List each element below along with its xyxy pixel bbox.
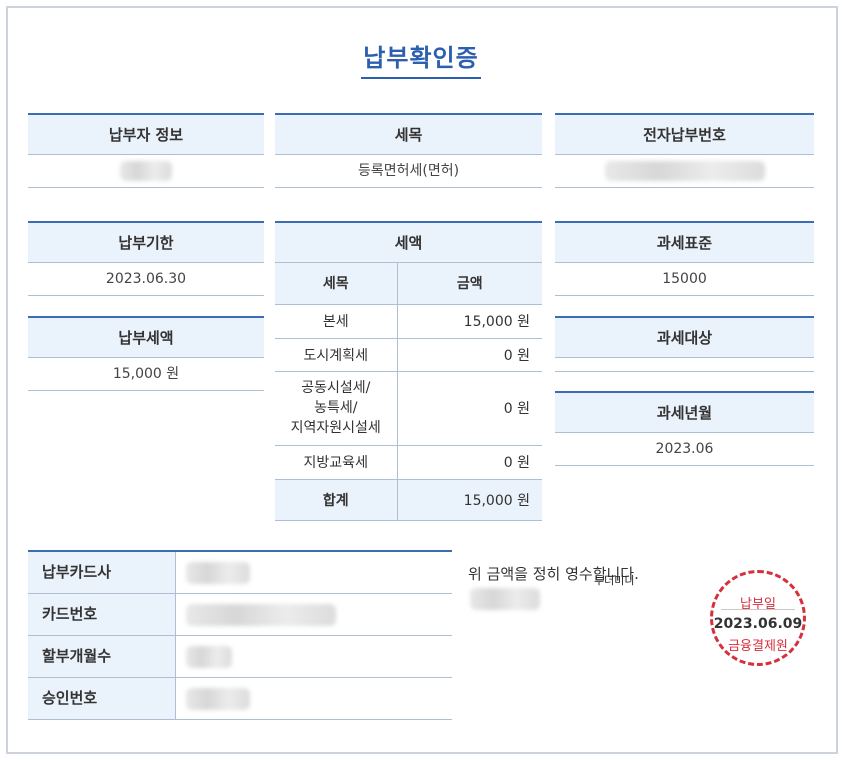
tax-item-card: 세목 등록면허세(면허) bbox=[275, 113, 542, 188]
tax-period-value: 2023.06 bbox=[555, 433, 814, 466]
e-payment-no-value bbox=[555, 155, 814, 188]
installment-label: 할부개월수 bbox=[28, 636, 176, 677]
row-item: 공동시설세/ 농특세/ 지역자원시설세 bbox=[275, 371, 398, 446]
tax-amount-label: 세액 bbox=[275, 221, 542, 263]
page-title: 납부확인증 bbox=[0, 38, 842, 79]
e-payment-no-card: 전자납부번호 bbox=[555, 113, 814, 188]
tax-amount-table: 세액 세목 금액 본세 15,000 원 도시계획세 0 원 공동시설세/ 농특… bbox=[275, 221, 542, 521]
approval-no-value bbox=[176, 678, 452, 719]
approval-no-label: 승인번호 bbox=[28, 678, 176, 719]
tax-item-value: 등록면허세(면허) bbox=[275, 155, 542, 188]
tax-period-label: 과세년월 bbox=[555, 391, 814, 433]
card-number-label: 카드번호 bbox=[28, 594, 176, 635]
table-row: 납부카드사 bbox=[28, 552, 452, 594]
row-item: 지방교육세 bbox=[275, 445, 398, 480]
redacted-receipt-name bbox=[470, 588, 540, 610]
redacted-payer-name bbox=[120, 161, 172, 181]
tax-object-card: 과세대상 bbox=[555, 316, 814, 372]
tax-base-value: 15000 bbox=[555, 263, 814, 296]
payer-info-label: 납부자 정보 bbox=[28, 113, 264, 155]
overlay-text: 투더미니 bbox=[594, 574, 635, 587]
redacted-approval-number bbox=[186, 687, 250, 710]
receipt-name bbox=[470, 588, 540, 610]
tax-period-card: 과세년월 2023.06 bbox=[555, 391, 814, 466]
due-date-value: 2023.06.30 bbox=[28, 263, 264, 296]
redacted-payment-number bbox=[604, 161, 765, 181]
row-item: 도시계획세 bbox=[275, 338, 398, 372]
table-row: 본세 15,000 원 bbox=[275, 304, 542, 339]
total-row: 합계 15,000 원 bbox=[275, 479, 542, 521]
payer-info-card: 납부자 정보 bbox=[28, 113, 264, 188]
due-date-card: 납부기한 2023.06.30 bbox=[28, 221, 264, 296]
stamp-date: 2023.06.09 bbox=[713, 616, 803, 632]
total-label: 합계 bbox=[275, 479, 398, 521]
row-amount: 0 원 bbox=[397, 371, 542, 446]
tax-object-value bbox=[555, 358, 814, 372]
table-row: 공동시설세/ 농특세/ 지역자원시설세 0 원 bbox=[275, 371, 542, 446]
tax-base-card: 과세표준 15000 bbox=[555, 221, 814, 296]
row-amount: 15,000 원 bbox=[397, 304, 542, 339]
total-amount: 15,000 원 bbox=[397, 479, 542, 521]
stamp-issuer: 금융결제원 bbox=[728, 639, 788, 654]
tax-base-label: 과세표준 bbox=[555, 221, 814, 263]
row-item: 본세 bbox=[275, 304, 398, 339]
paid-amount-value: 15,000 원 bbox=[28, 358, 264, 391]
installment-value bbox=[176, 636, 452, 677]
card-company-value bbox=[176, 552, 452, 593]
redacted-card-number bbox=[186, 603, 336, 626]
card-number-value bbox=[176, 594, 452, 635]
payment-date-stamp: 납부일 2023.06.09 금융결제원 bbox=[710, 570, 806, 666]
table-row: 지방교육세 0 원 bbox=[275, 445, 542, 480]
table-row: 할부개월수 bbox=[28, 636, 452, 678]
payer-info-value bbox=[28, 155, 264, 188]
card-company-label: 납부카드사 bbox=[28, 552, 176, 593]
table-row: 도시계획세 0 원 bbox=[275, 338, 542, 372]
col-tax-item: 세목 bbox=[275, 263, 398, 305]
redacted-installment bbox=[186, 645, 232, 668]
paid-amount-card: 납부세액 15,000 원 bbox=[28, 316, 264, 391]
due-date-label: 납부기한 bbox=[28, 221, 264, 263]
tax-item-label: 세목 bbox=[275, 113, 542, 155]
table-row: 카드번호 bbox=[28, 594, 452, 636]
col-amount: 금액 bbox=[397, 263, 542, 305]
card-payment-info: 납부카드사 카드번호 할부개월수 승인번호 bbox=[28, 550, 452, 720]
stamp-divider bbox=[721, 609, 795, 610]
paid-amount-label: 납부세액 bbox=[28, 316, 264, 358]
row-amount: 0 원 bbox=[397, 445, 542, 480]
tax-object-label: 과세대상 bbox=[555, 316, 814, 358]
redacted-card-company bbox=[186, 561, 250, 584]
table-row: 승인번호 bbox=[28, 678, 452, 720]
e-payment-no-label: 전자납부번호 bbox=[555, 113, 814, 155]
row-amount: 0 원 bbox=[397, 338, 542, 372]
